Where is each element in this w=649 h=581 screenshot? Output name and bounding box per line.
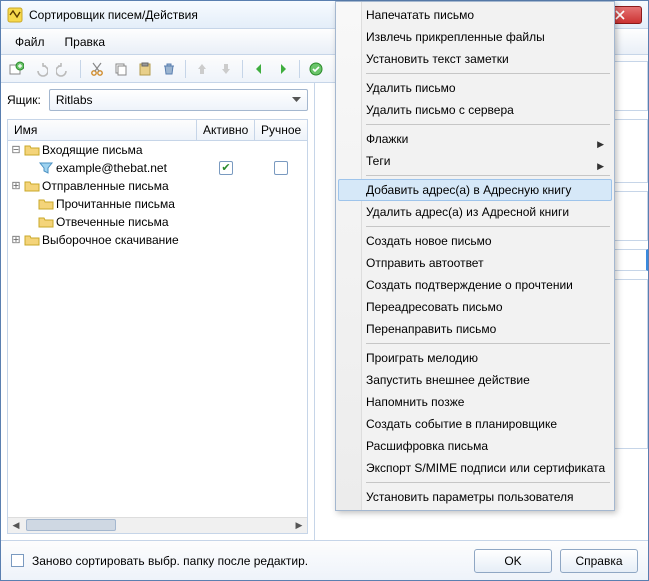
menu-confirm[interactable]: Создать подтверждение о прочтении bbox=[338, 274, 612, 296]
resort-checkbox[interactable] bbox=[11, 554, 24, 567]
tree-row-sent[interactable]: ⊞ Отправленные письма bbox=[8, 177, 307, 195]
next-button[interactable] bbox=[272, 58, 294, 80]
expand-icon[interactable]: ⊞ bbox=[10, 181, 22, 192]
tree-row-answered[interactable]: · Отвеченные письма bbox=[8, 213, 307, 231]
menu-delete-server[interactable]: Удалить письмо с сервера bbox=[338, 99, 612, 121]
menu-smime[interactable]: Экспорт S/MIME подписи или сертификата bbox=[338, 457, 612, 479]
cut-button[interactable] bbox=[86, 58, 108, 80]
account-combo-value: Ritlabs bbox=[56, 93, 93, 107]
menu-edit[interactable]: Правка bbox=[55, 31, 116, 53]
menu-extern[interactable]: Запустить внешнее действие bbox=[338, 369, 612, 391]
menu-del-address[interactable]: Удалить адрес(а) из Адресной книги bbox=[338, 201, 612, 223]
right-strip bbox=[614, 29, 648, 540]
resort-label: Заново сортировать выбр. папку после ред… bbox=[32, 554, 308, 568]
help-button[interactable]: Справка bbox=[560, 549, 638, 573]
horizontal-scrollbar[interactable]: ◀ ▶ bbox=[8, 517, 307, 533]
column-manual[interactable]: Ручное bbox=[255, 120, 307, 140]
expand-icon[interactable]: ⊞ bbox=[10, 235, 22, 246]
move-up-button[interactable] bbox=[191, 58, 213, 80]
ok-button[interactable]: OK bbox=[474, 549, 552, 573]
undo-button[interactable] bbox=[29, 58, 51, 80]
folder-icon bbox=[38, 214, 54, 230]
menu-remind[interactable]: Напомнить позже bbox=[338, 391, 612, 413]
collapse-icon[interactable]: ⊟ bbox=[10, 145, 22, 156]
scroll-right-icon[interactable]: ▶ bbox=[291, 519, 307, 533]
folder-icon bbox=[24, 142, 40, 158]
tree-row-selective[interactable]: ⊞ Выборочное скачивание bbox=[8, 231, 307, 249]
menu-schedule[interactable]: Создать событие в планировщике bbox=[338, 413, 612, 435]
menu-file[interactable]: Файл bbox=[5, 31, 55, 53]
redo-button[interactable] bbox=[53, 58, 75, 80]
menu-delete[interactable]: Удалить письмо bbox=[338, 77, 612, 99]
tree-row-incoming[interactable]: ⊟ Входящие письма bbox=[8, 141, 307, 159]
menu-add-address[interactable]: Добавить адрес(а) в Адресную книгу bbox=[338, 179, 612, 201]
menu-play[interactable]: Проиграть мелодию bbox=[338, 347, 612, 369]
folder-icon bbox=[38, 196, 54, 212]
tree-header: Имя Активно Ручное bbox=[7, 119, 308, 141]
tree-body: ⊟ Входящие письма · example@thebat.net ⊞… bbox=[7, 141, 308, 534]
column-active[interactable]: Активно bbox=[197, 120, 255, 140]
menu-new-msg[interactable]: Создать новое письмо bbox=[338, 230, 612, 252]
scroll-left-icon[interactable]: ◀ bbox=[8, 519, 24, 533]
menu-redirect[interactable]: Перенаправить письмо bbox=[338, 318, 612, 340]
menu-readdress[interactable]: Переадресовать письмо bbox=[338, 296, 612, 318]
copy-button[interactable] bbox=[110, 58, 132, 80]
context-menu: Напечатать письмо Извлечь прикрепленные … bbox=[335, 1, 615, 511]
apply-button[interactable] bbox=[305, 58, 327, 80]
move-down-button[interactable] bbox=[215, 58, 237, 80]
prev-button[interactable] bbox=[248, 58, 270, 80]
filter-icon bbox=[38, 160, 54, 176]
account-combo[interactable]: Ritlabs bbox=[49, 89, 308, 111]
menu-flags[interactable]: Флажки bbox=[338, 128, 612, 150]
box-label: Ящик: bbox=[7, 93, 41, 107]
menu-setnote[interactable]: Установить текст заметки bbox=[338, 48, 612, 70]
tree-row-read[interactable]: · Прочитанные письма bbox=[8, 195, 307, 213]
column-name[interactable]: Имя bbox=[8, 120, 197, 140]
new-filter-button[interactable] bbox=[5, 58, 27, 80]
paste-button[interactable] bbox=[134, 58, 156, 80]
menu-autoreply[interactable]: Отправить автоответ bbox=[338, 252, 612, 274]
left-pane: Ящик: Ritlabs Имя Активно Ручное ⊟ Входя… bbox=[1, 83, 315, 540]
active-checkbox[interactable] bbox=[219, 161, 233, 175]
scrollbar-thumb[interactable] bbox=[26, 519, 116, 531]
footer: Заново сортировать выбр. папку после ред… bbox=[1, 540, 648, 580]
app-icon bbox=[7, 7, 23, 23]
folder-icon bbox=[24, 178, 40, 194]
folder-icon bbox=[24, 232, 40, 248]
menu-print[interactable]: Напечатать письмо bbox=[338, 4, 612, 26]
manual-checkbox[interactable] bbox=[274, 161, 288, 175]
menu-userparams[interactable]: Установить параметры пользователя bbox=[338, 486, 612, 508]
menu-extract[interactable]: Извлечь прикрепленные файлы bbox=[338, 26, 612, 48]
chevron-down-icon bbox=[292, 97, 301, 103]
tree-row-example[interactable]: · example@thebat.net bbox=[8, 159, 307, 177]
delete-button[interactable] bbox=[158, 58, 180, 80]
menu-decrypt[interactable]: Расшифровка письма bbox=[338, 435, 612, 457]
menu-tags[interactable]: Теги bbox=[338, 150, 612, 172]
